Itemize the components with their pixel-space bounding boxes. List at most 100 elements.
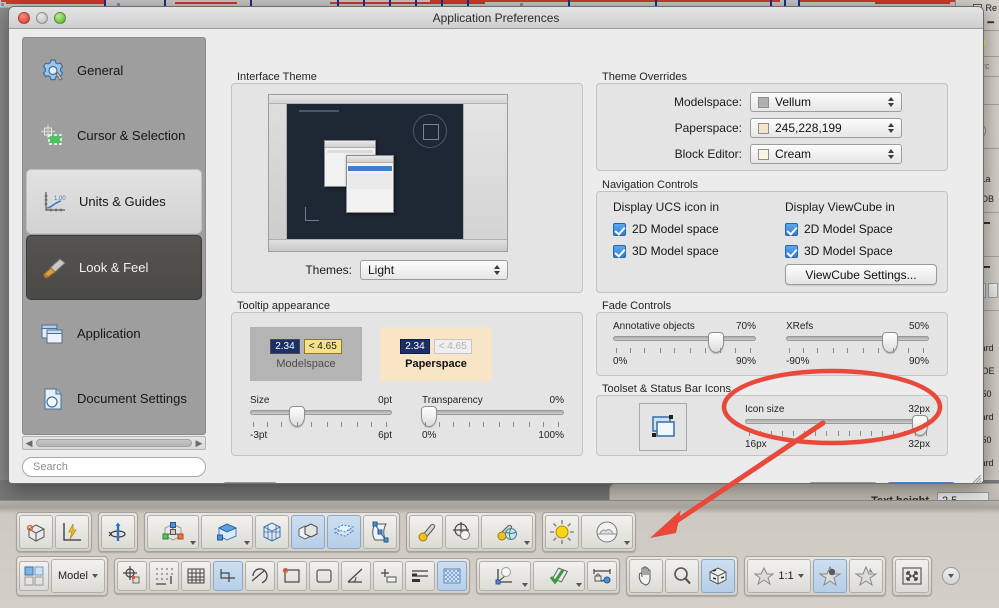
grid-icon-button[interactable] (181, 561, 211, 591)
sky-background-icon-button[interactable] (581, 515, 633, 549)
target-sphere-icon-button[interactable] (445, 515, 479, 549)
bg-extra-field[interactable] (988, 283, 998, 298)
annotation-scale-icon-button[interactable] (373, 561, 403, 591)
minimize-icon[interactable]: ━ (987, 16, 994, 29)
viewcube-settings-button[interactable]: ViewCube Settings... (785, 264, 937, 285)
icon-size-slider[interactable]: Icon size 32px 16px 32px (745, 404, 930, 450)
box-3d-icon-button[interactable] (19, 515, 53, 549)
sidebar-item-units-guides[interactable]: 1.00 Units & Guides (26, 169, 202, 234)
viewcube-3d-checkbox[interactable]: 3D Model Space (785, 244, 937, 258)
search-input[interactable]: Search (22, 457, 206, 477)
zoom-magnifier-icon-button[interactable] (665, 559, 699, 593)
minimize-button[interactable] (36, 11, 48, 24)
cancel-button[interactable]: Cancel (808, 482, 878, 483)
osnap-icon-button[interactable] (277, 561, 307, 591)
model-space-dropdown[interactable]: Model (51, 559, 105, 593)
viewcube-2d-checkbox[interactable]: 2D Model Space (785, 222, 937, 236)
revolve-icon-button[interactable] (101, 515, 135, 549)
lineweight-icon-button[interactable] (341, 561, 371, 591)
annotative-fade-slider[interactable]: Annotative objects 70% 0% 90% (613, 321, 756, 367)
sidebar-item-application[interactable]: Application (25, 301, 203, 366)
sidebar-horizontal-scrollbar[interactable]: ◀ ▶ (22, 436, 206, 450)
extrude-cube-icon-button[interactable] (201, 515, 253, 549)
ucs-icon-button[interactable] (479, 561, 531, 591)
otrack-icon-button[interactable] (309, 561, 339, 591)
resize-grip-icon[interactable] (968, 470, 982, 484)
scroll-left-icon[interactable]: ◀ (23, 438, 35, 449)
crosshair-selection-icon (39, 122, 67, 150)
ucs-2d-checkbox[interactable]: 2D Model space (613, 222, 719, 236)
themes-select[interactable]: Light (360, 260, 508, 280)
units-guides-icon: 1.00 (41, 188, 69, 216)
checkbox-icon[interactable] (613, 244, 626, 258)
chevron-updown-icon[interactable] (884, 119, 897, 137)
lock-dimension-icon-button[interactable] (587, 561, 617, 591)
pan-hand-icon-button[interactable] (629, 559, 663, 593)
toolbar-overflow-chevron-down-icon[interactable] (942, 567, 960, 585)
ucs-3d-checkbox[interactable]: 3D Model space (613, 244, 719, 258)
xrefs-max: 90% (908, 356, 929, 367)
paperspace-select[interactable]: 245,228,199 (750, 118, 902, 138)
solid-union-icon-button[interactable] (291, 515, 325, 549)
surface-edit-icon-button[interactable] (363, 515, 397, 549)
checkbox-icon[interactable] (785, 222, 798, 236)
wireframe-cube-icon-button[interactable] (255, 515, 289, 549)
transparency-icon-button[interactable] (437, 561, 467, 591)
xrefs-fade-slider[interactable]: XRefs 50% -90% 90% (786, 321, 929, 367)
chevron-updown-icon[interactable] (490, 261, 503, 279)
toolbar-group-fullscreen (892, 556, 932, 596)
chevron-down-icon[interactable] (797, 574, 804, 578)
annotation-sync-icon-button[interactable] (849, 559, 883, 593)
cylinder-render-icon-button[interactable] (409, 515, 443, 549)
scroll-right-icon[interactable]: ▶ (193, 438, 205, 449)
snap-icon-button[interactable] (117, 561, 147, 591)
sidebar-item-general[interactable]: General (25, 38, 203, 103)
sun-icon-button[interactable] (545, 515, 579, 549)
chevron-down-icon[interactable] (244, 541, 250, 545)
checkbox-icon[interactable] (613, 222, 626, 236)
tooltip-transparency-slider[interactable]: Transparency 0% 0% 100% (421, 395, 564, 441)
annotation-visibility-icon-button[interactable] (533, 561, 585, 591)
xrefs-label: XRefs (786, 321, 814, 332)
gizmo-icon-button[interactable] (147, 515, 199, 549)
chevron-down-icon[interactable] (524, 541, 530, 545)
toolbar-group-revolve (98, 512, 138, 552)
slice-icon-button[interactable] (327, 515, 361, 549)
material-globe-icon-button[interactable] (481, 515, 533, 549)
close-button[interactable] (18, 11, 30, 24)
annotation-scale-dropdown[interactable]: 1:1 (747, 559, 811, 593)
ok-button[interactable]: OK (886, 482, 956, 483)
chevron-down-icon[interactable] (91, 574, 98, 578)
sidebar-item-cursor-selection[interactable]: Cursor & Selection (25, 103, 203, 168)
layout-tiles-icon-button[interactable] (19, 561, 49, 591)
sidebar-item-look-feel[interactable]: Look & Feel (26, 235, 202, 300)
tooltip-size-slider[interactable]: Size 0pt -3pt 6pt (250, 395, 392, 441)
chevron-down-icon[interactable] (576, 583, 582, 587)
fullscreen-icon-button[interactable] (895, 559, 929, 593)
block-editor-select[interactable]: Cream (750, 144, 902, 164)
grid-dots-icon-button[interactable] (149, 561, 179, 591)
scroll-thumb[interactable] (36, 439, 192, 447)
chevron-down-icon[interactable] (190, 541, 196, 545)
chevron-updown-icon[interactable] (884, 145, 897, 163)
viewcube-icon-button[interactable] (701, 559, 735, 593)
toolbar-group-layout: Model (16, 556, 108, 596)
chevron-down-icon[interactable] (624, 541, 630, 545)
toolset-icons-group-label: Toolset & Status Bar Icons (602, 383, 732, 395)
help-button[interactable]: Help (222, 482, 278, 483)
paperspace-value: 245,228,199 (775, 121, 842, 135)
polar-icon-button[interactable] (245, 561, 275, 591)
sidebar-item-document-settings[interactable]: Document Settings (25, 366, 203, 431)
ortho-icon-button[interactable] (213, 561, 243, 591)
annotative-min: 0% (613, 356, 628, 367)
axis-lightning-icon-button[interactable] (55, 515, 89, 549)
annotation-add-icon-button[interactable] (813, 559, 847, 593)
checkbox-icon[interactable] (785, 244, 798, 258)
zoom-button[interactable] (54, 11, 66, 24)
dialog-title-bar[interactable]: Application Preferences (9, 7, 983, 29)
text-align-icon-button[interactable] (405, 561, 435, 591)
chevron-updown-icon[interactable] (884, 93, 897, 111)
color-swatch-icon (758, 122, 769, 134)
chevron-down-icon[interactable] (522, 583, 528, 587)
modelspace-select[interactable]: Vellum (750, 92, 902, 112)
